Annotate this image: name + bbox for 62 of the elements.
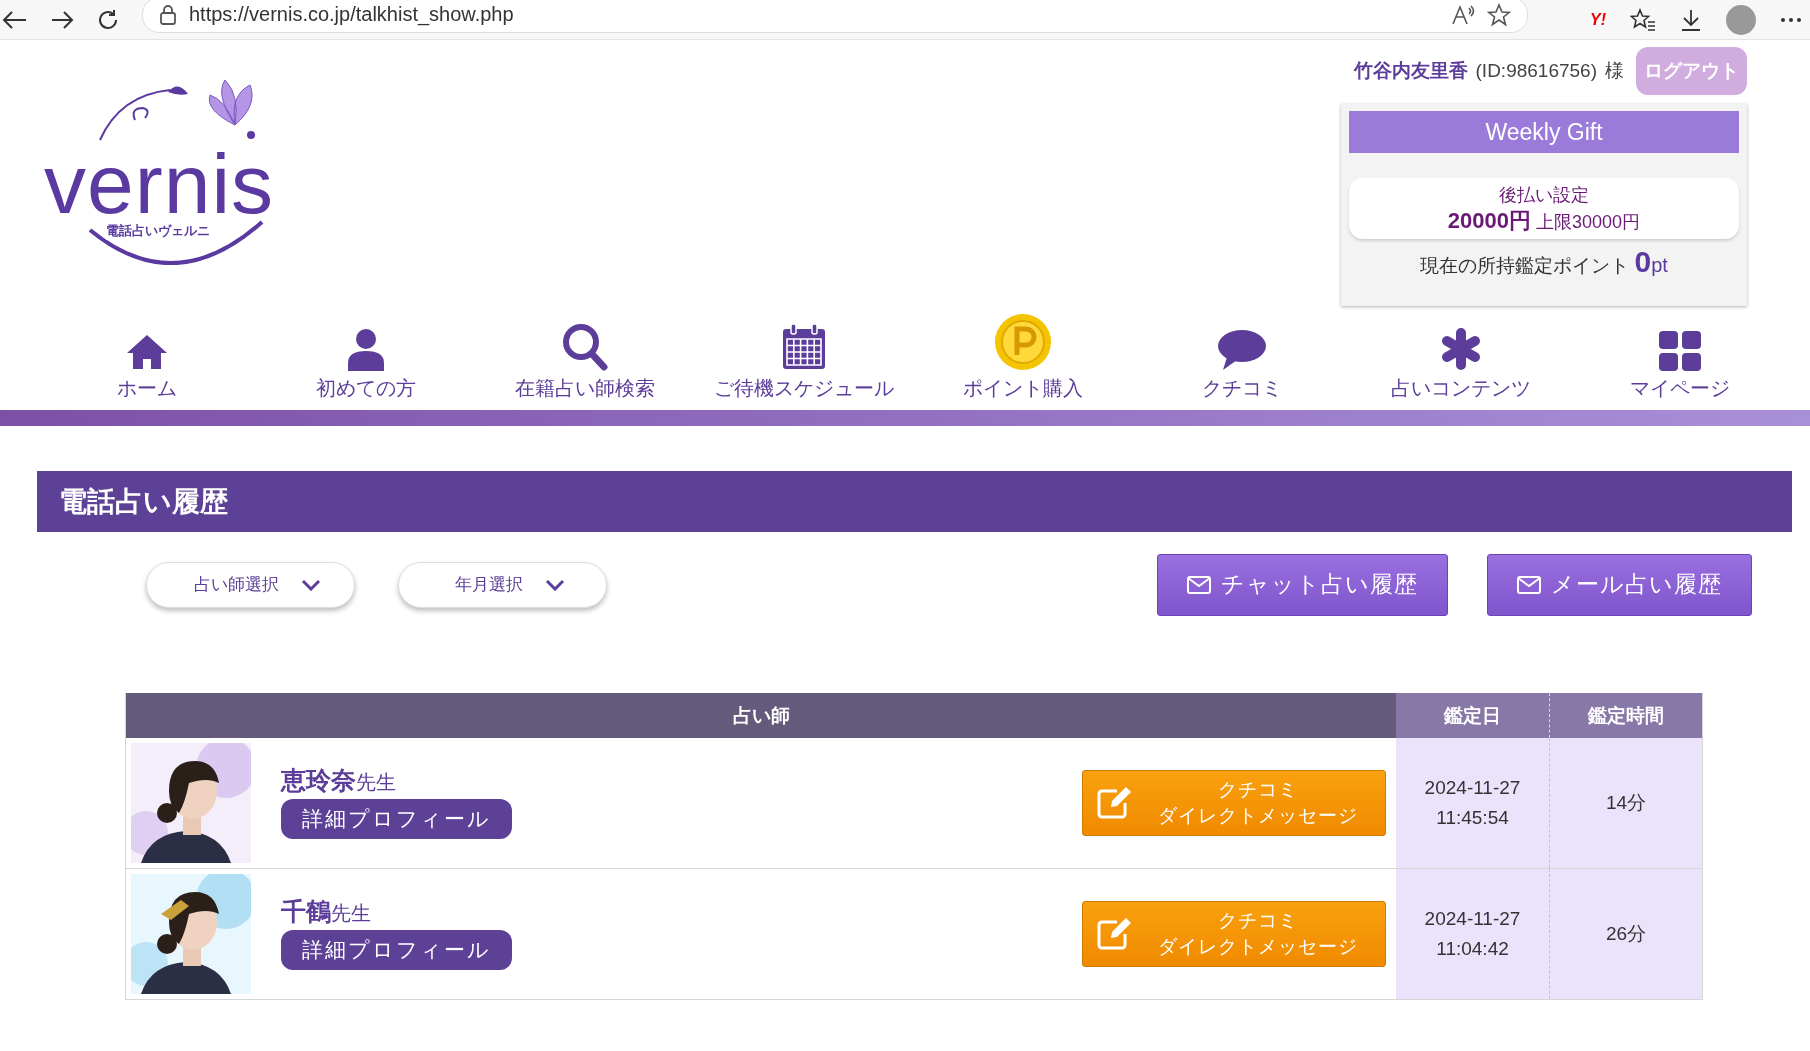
duration-text: 14分 [1605, 791, 1647, 815]
column-header: 鑑定日 [1396, 693, 1549, 738]
lock-icon [159, 4, 177, 25]
edit-icon [1097, 918, 1133, 950]
profile-button[interactable]: 詳細プロフィール [281, 798, 512, 839]
nav-item[interactable]: クチコミ [1132, 329, 1351, 410]
more-icon[interactable] [1780, 16, 1802, 23]
nav-item[interactable]: ポイント購入 [913, 313, 1132, 410]
points-value: 0 [1634, 245, 1652, 278]
nav-item[interactable]: 在籍占い師検索 [475, 323, 694, 410]
address-bar[interactable]: https://vernis.co.jp/talkhist_show.php [142, 0, 1528, 33]
time-text: 11:45:54 [1436, 806, 1509, 830]
nav-item[interactable]: ご待機スケジュール [694, 323, 913, 410]
star-icon[interactable] [1487, 2, 1511, 27]
download-icon[interactable] [1680, 7, 1702, 32]
profile-button[interactable]: 詳細プロフィール [281, 929, 512, 970]
deferred-payment-label: 後払い設定 [1498, 184, 1590, 207]
history-link-button[interactable]: メール占い履歴 [1487, 553, 1752, 616]
filter-dropdown[interactable]: 年月選択 [398, 561, 607, 608]
points-unit: pt [1651, 254, 1668, 276]
time-text: 11:04:42 [1436, 937, 1509, 961]
deferred-amount: 20000円 [1447, 208, 1532, 233]
nav-item[interactable]: 占いコンテンツ [1351, 327, 1570, 410]
fortune-teller-name[interactable]: 千鶴 [281, 896, 331, 925]
deferred-limit: 上限30000円 [1536, 212, 1641, 232]
mail-icon [1517, 575, 1541, 594]
profile-avatar[interactable] [1726, 4, 1756, 35]
extension-badge[interactable]: Y! [1590, 10, 1606, 29]
history-link-button[interactable]: チャット占い履歴 [1157, 553, 1448, 616]
title-suffix: 先生 [356, 770, 396, 793]
column-header: 占い師 [126, 693, 1396, 738]
column-header: 鑑定時間 [1549, 693, 1702, 738]
date-text: 2024-11-27 [1424, 907, 1521, 931]
filter-dropdown[interactable]: 占い師選択 [146, 561, 355, 608]
honorific-text: 様 [1605, 59, 1624, 83]
page-title: 電話占い履歴 [37, 471, 1792, 532]
mail-icon [1187, 575, 1211, 594]
duration-text: 26分 [1605, 922, 1647, 946]
nav-item[interactable]: 初めての方 [256, 327, 475, 410]
favorites-icon[interactable] [1630, 7, 1656, 32]
date-text: 2024-11-27 [1424, 776, 1521, 800]
reload-icon[interactable] [96, 7, 120, 32]
grid-icon [1658, 331, 1701, 371]
fortune-teller-name[interactable]: 恵玲奈 [281, 765, 356, 794]
logo-tagline: 電話占いヴェルニ [106, 222, 210, 240]
user-name: 竹谷内友里香 [1353, 59, 1468, 83]
read-aloud-icon[interactable] [1451, 3, 1475, 26]
title-suffix: 先生 [331, 901, 371, 924]
person-icon [345, 327, 386, 371]
chevron-down-icon [301, 578, 321, 591]
edit-icon [1097, 787, 1133, 819]
speech-bubble-icon [1216, 329, 1267, 371]
search-icon [561, 323, 608, 371]
user-id: (ID:98616756) [1475, 60, 1597, 82]
nav-item[interactable]: ホーム [37, 333, 256, 410]
coin-icon [993, 313, 1052, 371]
chevron-down-icon [544, 578, 565, 591]
calendar-icon [780, 323, 827, 371]
nav-item[interactable]: マイページ [1570, 331, 1789, 410]
points-label: 現在の所持鑑定ポイント [1420, 255, 1630, 276]
asterisk-icon [1439, 327, 1482, 371]
url-text: https://vernis.co.jp/talkhist_show.php [189, 3, 514, 26]
